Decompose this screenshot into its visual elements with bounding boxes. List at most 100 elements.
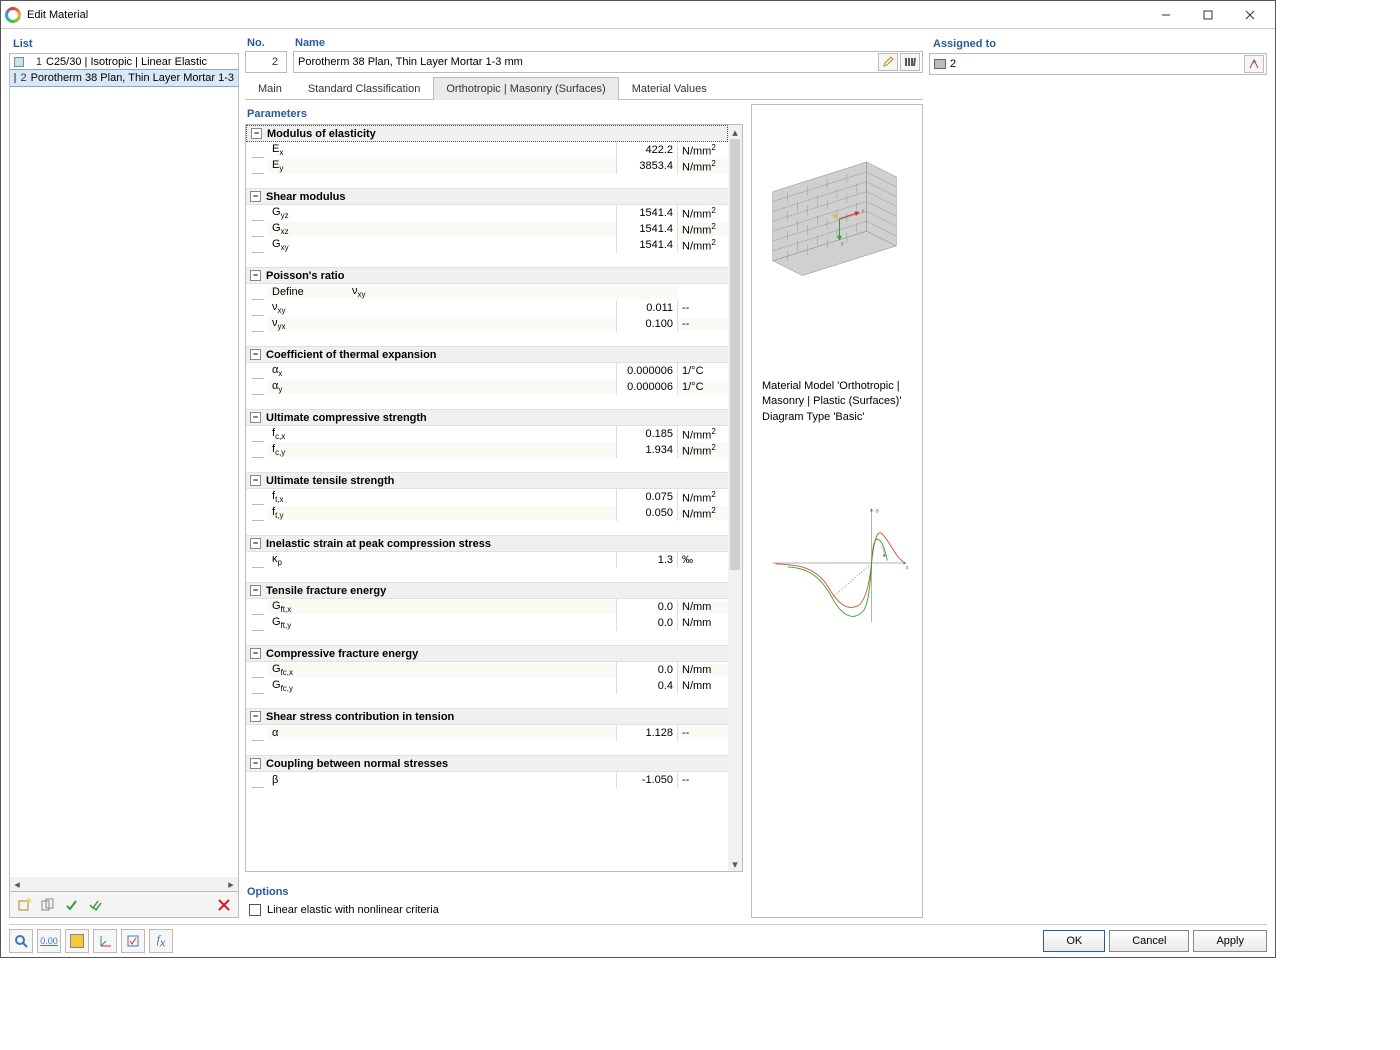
collapse-icon[interactable]: − — [251, 128, 262, 139]
param-row[interactable]: Gfc,y 0.4 N/mm — [246, 678, 728, 694]
tab-orthotropic-masonry-surfaces-[interactable]: Orthotropic | Masonry (Surfaces) — [433, 77, 618, 100]
param-value[interactable]: 0.011 — [616, 300, 678, 316]
collapse-icon[interactable]: − — [250, 585, 261, 596]
apply-button[interactable]: Apply — [1193, 930, 1267, 952]
report-button[interactable] — [121, 929, 145, 953]
param-row[interactable]: κp 1.3 ‰ — [246, 552, 728, 568]
collapse-icon[interactable]: − — [250, 711, 261, 722]
param-group-header[interactable]: −Shear stress contribution in tension — [246, 708, 728, 725]
new-item-button[interactable] — [14, 895, 34, 915]
collapse-icon[interactable]: − — [250, 648, 261, 659]
ok-button[interactable]: OK — [1043, 930, 1105, 952]
param-row[interactable]: fc,x 0.185 N/mm2 — [246, 426, 728, 442]
param-group-header[interactable]: −Coupling between normal stresses — [246, 755, 728, 772]
param-value[interactable]: 1.3 — [616, 552, 678, 568]
assigned-field[interactable]: 2 — [929, 53, 1267, 75]
param-value[interactable]: 1541.4 — [616, 221, 678, 237]
param-row[interactable]: Ey 3853.4 N/mm2 — [246, 158, 728, 174]
param-row[interactable]: Gxy 1541.4 N/mm2 — [246, 237, 728, 253]
param-row[interactable]: Gxz 1541.4 N/mm2 — [246, 221, 728, 237]
param-value[interactable]: 0.100 — [616, 316, 678, 332]
param-row[interactable]: αy 0.000006 1/°C — [246, 379, 728, 395]
param-value[interactable]: 0.075 — [616, 489, 678, 505]
collapse-icon[interactable]: − — [250, 270, 261, 281]
edit-name-button[interactable] — [878, 53, 898, 71]
scroll-thumb[interactable] — [730, 139, 740, 570]
param-value[interactable]: 3853.4 — [616, 158, 678, 174]
units-button[interactable]: 0.00 — [37, 929, 61, 953]
param-value[interactable]: 0.0 — [616, 599, 678, 615]
param-value[interactable]: 0.4 — [616, 678, 678, 694]
param-value[interactable]: 0.000006 — [616, 379, 678, 395]
param-row[interactable]: νyx 0.100 -- — [246, 316, 728, 332]
tab-standard-classification[interactable]: Standard Classification — [295, 77, 434, 100]
material-name-field[interactable]: Porotherm 38 Plan, Thin Layer Mortar 1-3… — [293, 51, 923, 73]
scroll-down-icon[interactable]: ▾ — [728, 857, 742, 871]
list-item[interactable]: 1 C25/30 | Isotropic | Linear Elastic — [10, 54, 238, 70]
linear-elastic-checkbox[interactable] — [249, 904, 261, 916]
param-group-header[interactable]: −Poisson's ratio — [246, 267, 728, 284]
param-value[interactable]: 0.050 — [616, 505, 678, 521]
param-group-header[interactable]: −Ultimate compressive strength — [246, 409, 728, 426]
help-button[interactable] — [9, 929, 33, 953]
param-value[interactable]: 422.2 — [616, 142, 678, 158]
collapse-icon[interactable]: − — [250, 412, 261, 423]
tab-main[interactable]: Main — [245, 77, 295, 100]
param-value[interactable]: -1.050 — [616, 772, 678, 788]
param-value[interactable]: 0.0 — [616, 615, 678, 631]
collapse-icon[interactable]: − — [250, 475, 261, 486]
param-row[interactable]: ft,y 0.050 N/mm2 — [246, 505, 728, 521]
material-no-field[interactable]: 2 — [245, 51, 287, 73]
param-group-header[interactable]: −Shear modulus — [246, 188, 728, 205]
param-group-header[interactable]: −Tensile fracture energy — [246, 582, 728, 599]
param-group-header[interactable]: −Inelastic strain at peak compression st… — [246, 535, 728, 552]
param-row[interactable]: Ex 422.2 N/mm2 — [246, 142, 728, 158]
scroll-up-icon[interactable]: ▴ — [728, 125, 742, 139]
check-all-button[interactable] — [86, 895, 106, 915]
coord-button[interactable] — [93, 929, 117, 953]
param-value[interactable]: 0.0 — [616, 662, 678, 678]
param-row[interactable]: fc,y 1.934 N/mm2 — [246, 442, 728, 458]
tab-material-values[interactable]: Material Values — [619, 77, 720, 100]
library-button[interactable] — [900, 53, 920, 71]
param-value[interactable]: 0.185 — [616, 426, 678, 442]
scroll-left-icon[interactable]: ◂ — [10, 877, 24, 891]
param-row[interactable]: Gfc,x 0.0 N/mm — [246, 662, 728, 678]
param-row[interactable]: νxy 0.011 -- — [246, 300, 728, 316]
minimize-button[interactable] — [1145, 1, 1187, 29]
pick-assigned-button[interactable] — [1244, 55, 1264, 73]
scroll-right-icon[interactable]: ▸ — [224, 877, 238, 891]
material-list[interactable]: 1 C25/30 | Isotropic | Linear Elastic 2 … — [9, 53, 239, 892]
param-vscroll[interactable]: ▴ ▾ — [728, 125, 742, 871]
param-group-header[interactable]: −Coefficient of thermal expansion — [246, 346, 728, 363]
param-value[interactable]: 1541.4 — [616, 237, 678, 253]
list-item[interactable]: 2 Porotherm 38 Plan, Thin Layer Mortar 1… — [10, 70, 238, 86]
param-row[interactable]: ft,x 0.075 N/mm2 — [246, 489, 728, 505]
collapse-icon[interactable]: − — [250, 758, 261, 769]
param-row[interactable]: Gyz 1541.4 N/mm2 — [246, 205, 728, 221]
param-value[interactable]: 1.934 — [616, 442, 678, 458]
check-button[interactable] — [62, 895, 82, 915]
collapse-icon[interactable]: − — [250, 191, 261, 202]
collapse-icon[interactable]: − — [250, 349, 261, 360]
close-button[interactable] — [1229, 1, 1271, 29]
param-value[interactable]: 0.000006 — [616, 363, 678, 379]
param-row[interactable]: Gft,y 0.0 N/mm — [246, 615, 728, 631]
param-value[interactable]: 1541.4 — [616, 205, 678, 221]
param-row[interactable]: αx 0.000006 1/°C — [246, 363, 728, 379]
collapse-icon[interactable]: − — [250, 538, 261, 549]
param-row[interactable]: Define νxy — [246, 284, 728, 300]
fx-button[interactable]: fx — [149, 929, 173, 953]
delete-button[interactable] — [214, 895, 234, 915]
maximize-button[interactable] — [1187, 1, 1229, 29]
color-button[interactable] — [65, 929, 89, 953]
copy-item-button[interactable] — [38, 895, 58, 915]
param-row[interactable]: α 1.128 -- — [246, 725, 728, 741]
param-group-header[interactable]: −Compressive fracture energy — [246, 645, 728, 662]
param-group-header[interactable]: −Ultimate tensile strength — [246, 472, 728, 489]
param-value[interactable]: 1.128 — [616, 725, 678, 741]
param-group-header[interactable]: −Modulus of elasticity — [246, 125, 728, 142]
param-row[interactable]: Gft,x 0.0 N/mm — [246, 599, 728, 615]
list-hscroll[interactable]: ◂ ▸ — [10, 877, 238, 891]
cancel-button[interactable]: Cancel — [1109, 930, 1189, 952]
